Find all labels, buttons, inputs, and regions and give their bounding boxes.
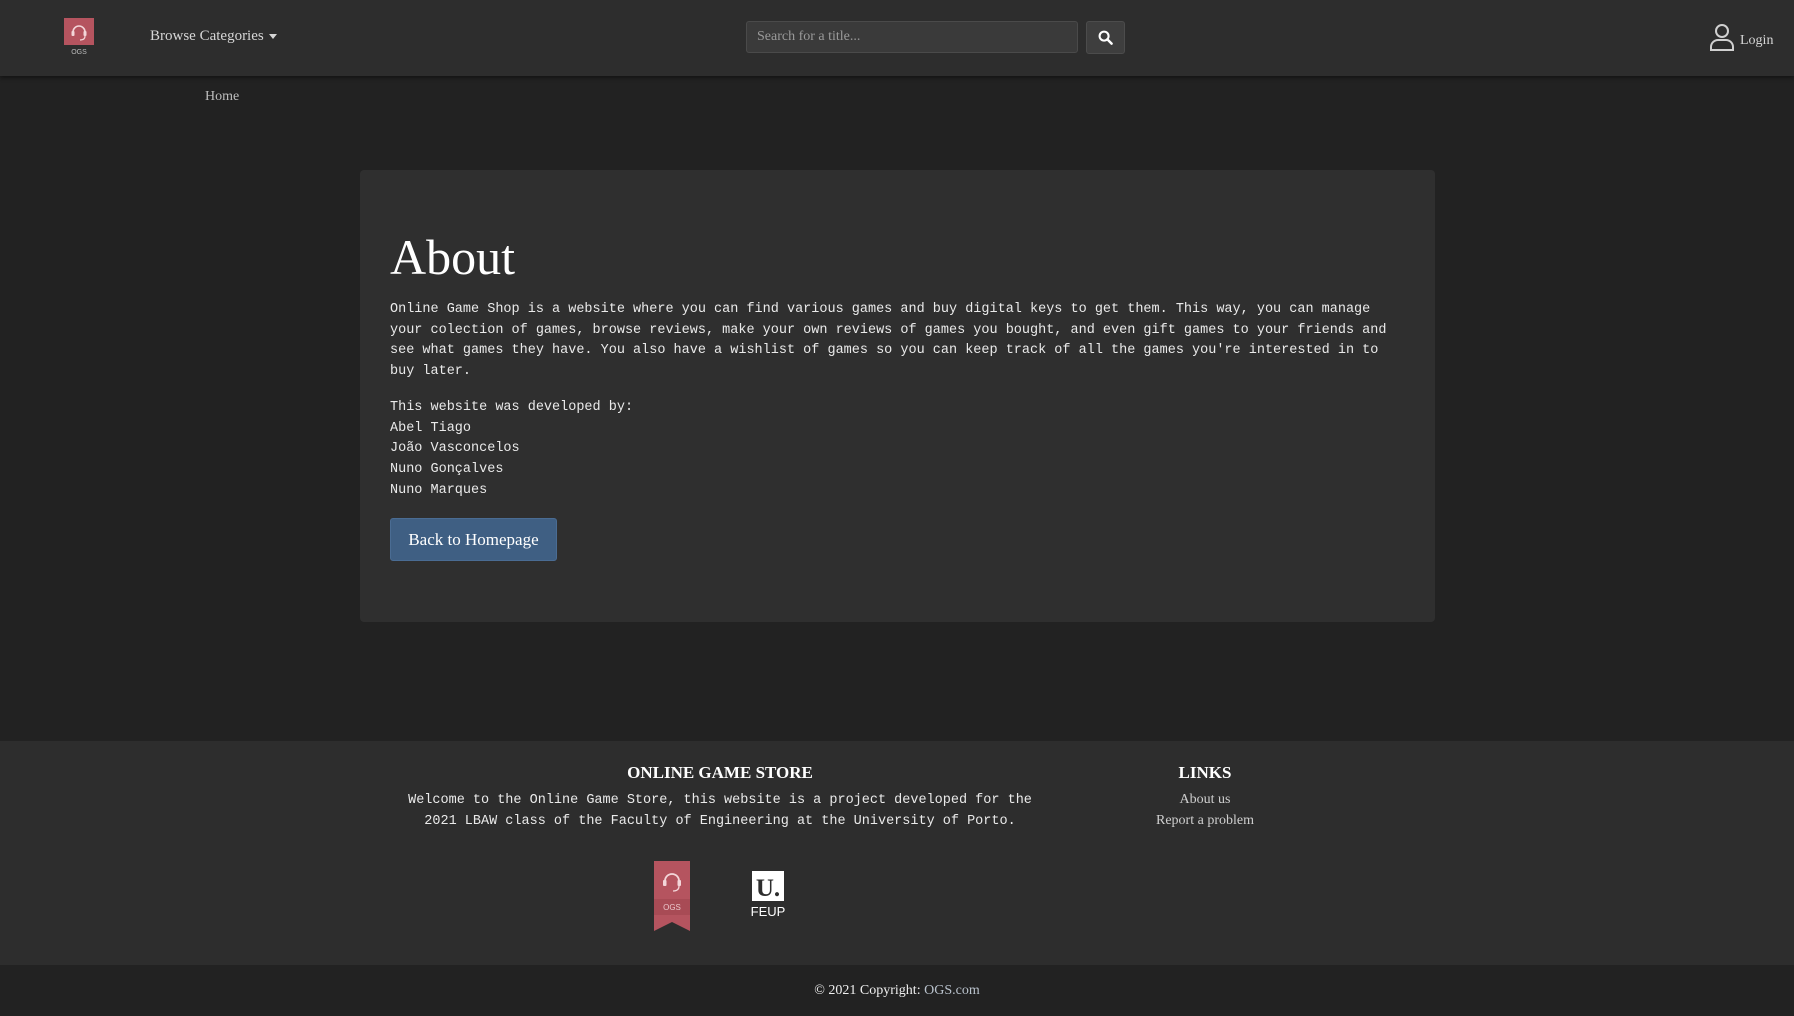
- svg-text:U.: U.: [756, 875, 780, 902]
- developers-list: This website was developed by: Abel Tiag…: [390, 398, 633, 502]
- login-label: Login: [1740, 33, 1774, 48]
- search-icon: [1098, 30, 1113, 45]
- search-input[interactable]: [746, 21, 1078, 53]
- browse-categories-dropdown[interactable]: Browse Categories: [150, 28, 277, 45]
- developer-name: Nuno Gonçalves: [390, 462, 504, 478]
- feup-logo-icon: U. FEUP: [751, 871, 786, 919]
- svg-text:FEUP: FEUP: [751, 904, 786, 919]
- top-navbar: OGS Browse Categories Login: [0, 0, 1794, 76]
- user-icon: [1710, 23, 1734, 51]
- ogs-logo[interactable]: OGS: [64, 18, 94, 58]
- footer-ogs-logo: OGS: [654, 861, 690, 933]
- footer-links-title: LINKS: [1178, 763, 1232, 782]
- developer-name: Nuno Marques: [390, 482, 488, 498]
- breadcrumb: Home: [205, 89, 239, 105]
- footer-about-line: Welcome to the Online Game Store, this w…: [408, 793, 1032, 808]
- footer-about-text: Welcome to the Online Game Store, this w…: [384, 791, 1056, 832]
- back-to-homepage-button[interactable]: Back to Homepage: [390, 518, 557, 561]
- svg-text:OGS: OGS: [663, 903, 681, 912]
- footer-about-line: 2021 LBAW class of the Faculty of Engine…: [424, 813, 1016, 829]
- copyright-bar: © 2021 Copyright: OGS.com: [0, 965, 1794, 1016]
- ogs-banner-logo-icon: OGS: [654, 861, 690, 931]
- developer-name: Abel Tiago: [390, 420, 472, 436]
- about-card: About Online Game Shop is a website wher…: [360, 170, 1435, 622]
- footer-feup-logo: U. FEUP: [750, 871, 786, 921]
- footer-link-about-us[interactable]: About us: [1105, 792, 1305, 808]
- developer-name: João Vasconcelos: [390, 441, 520, 457]
- footer-link-report-problem[interactable]: Report a problem: [1105, 813, 1305, 829]
- copyright-text: © 2021 Copyright:: [814, 983, 921, 998]
- svg-text:OGS: OGS: [71, 49, 87, 56]
- footer: ONLINE GAME STORE Welcome to the Online …: [0, 741, 1794, 965]
- search-button[interactable]: [1086, 21, 1125, 54]
- chevron-down-icon: [268, 34, 277, 40]
- login-link[interactable]: Login: [1709, 21, 1773, 53]
- browse-categories-label: Browse Categories: [150, 28, 264, 44]
- breadcrumb-home[interactable]: Home: [205, 89, 239, 104]
- developed-by-label: This website was developed by:: [390, 400, 634, 415]
- page-title: About: [390, 229, 515, 285]
- about-description: Online Game Shop is a website where you …: [390, 302, 1387, 379]
- footer-about-title: ONLINE GAME STORE: [627, 763, 813, 782]
- copyright-link[interactable]: OGS.com: [924, 983, 980, 998]
- ogs-logo-icon: OGS: [64, 18, 94, 56]
